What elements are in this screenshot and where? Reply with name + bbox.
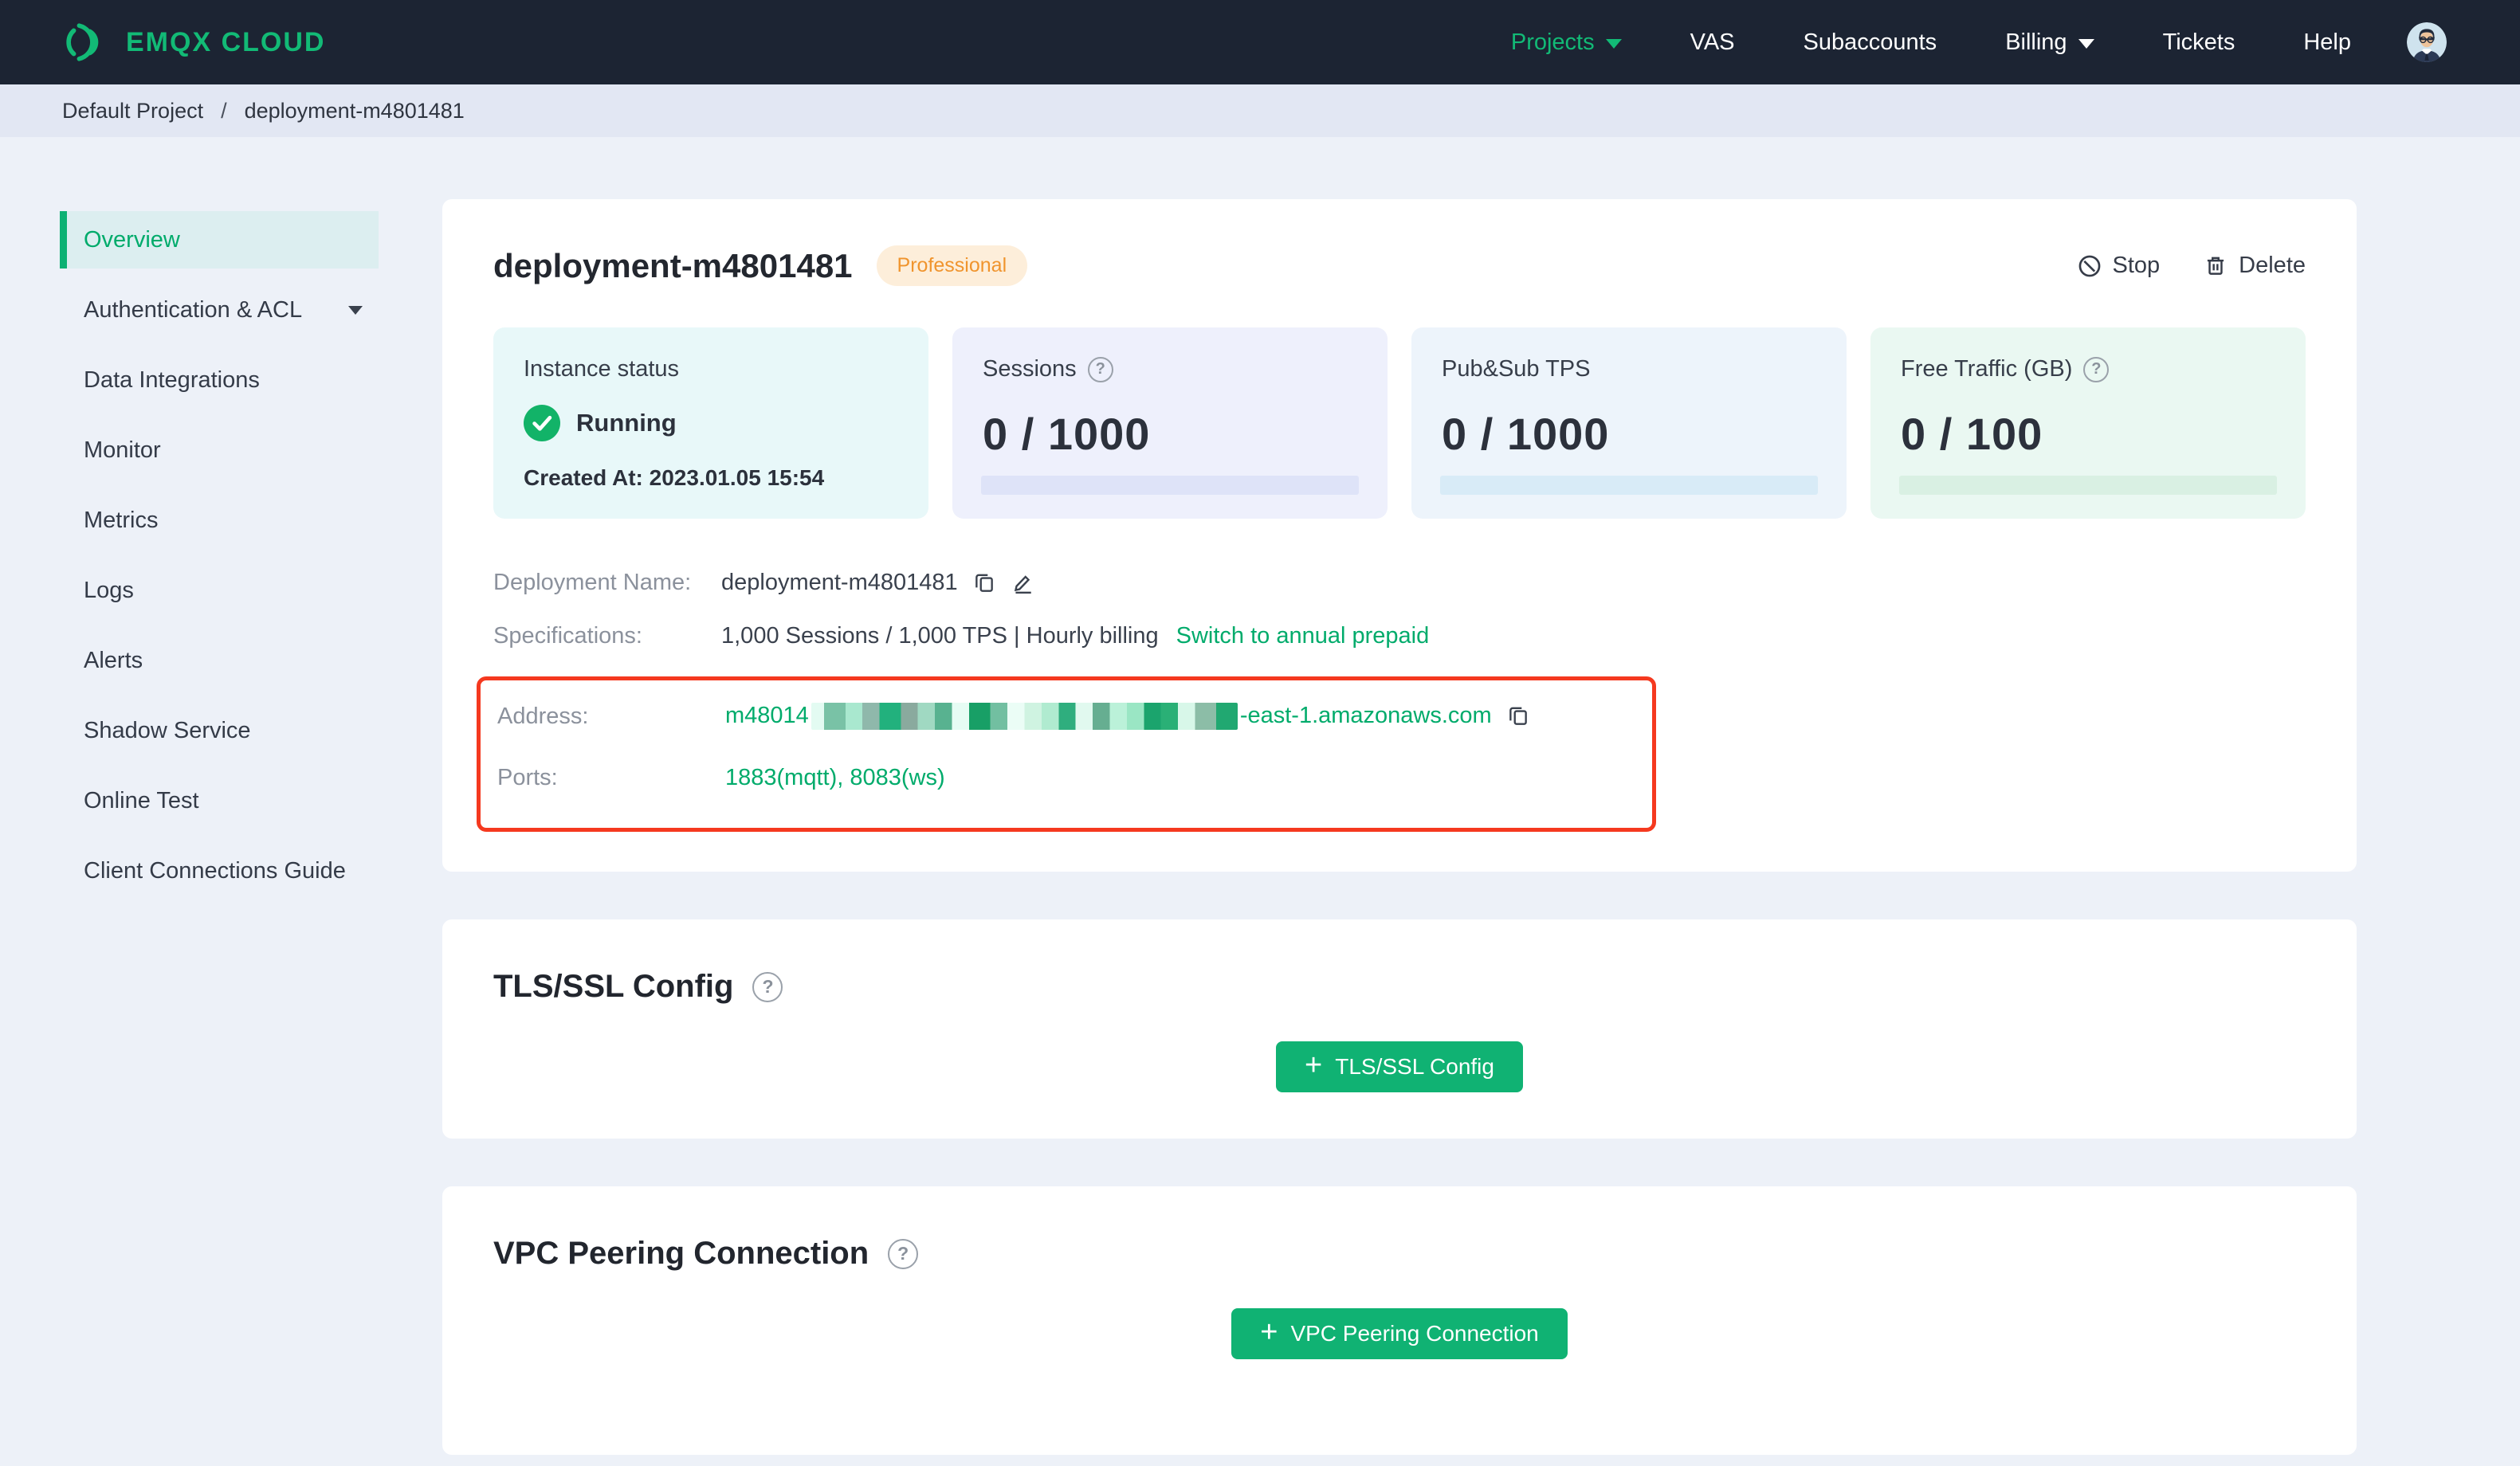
help-icon[interactable]: ? — [752, 971, 783, 1002]
breadcrumb-project[interactable]: Default Project — [62, 99, 203, 123]
sidebar-item-logs[interactable]: Logs — [60, 562, 379, 619]
sidebar-item-metrics[interactable]: Metrics — [60, 492, 379, 549]
sidebar-item-client-connections-guide[interactable]: Client Connections Guide — [60, 842, 379, 900]
specifications-label: Specifications: — [493, 623, 642, 649]
stat-card-pubsub-tps: Pub&Sub TPS 0 / 1000 — [1411, 327, 1847, 519]
tps-progress-bar — [1440, 476, 1818, 495]
nav-item-billing[interactable]: Billing — [2005, 29, 2094, 56]
traffic-progress-bar — [1899, 476, 2277, 495]
brand[interactable]: EMQX CLOUD — [62, 21, 325, 64]
nav-item-projects[interactable]: Projects — [1511, 29, 1622, 56]
deployment-name-label: Deployment Name: — [493, 570, 692, 595]
created-at: Created At: 2023.01.05 15:54 — [524, 465, 825, 490]
deployment-title: deployment-m4801481 — [493, 246, 853, 284]
sidebar-item-alerts[interactable]: Alerts — [60, 632, 379, 689]
annotation-highlight-box: Address: m48014 -east-1.amazonaws.com Por… — [477, 676, 1656, 833]
breadcrumb-separator: / — [221, 98, 227, 123]
breadcrumb-page: deployment-m4801481 — [244, 98, 465, 123]
emqx-logo-icon — [62, 21, 105, 64]
vpc-peering-section: VPC Peering Connection ? + VPC Peering C… — [442, 1186, 2357, 1456]
stat-card-sessions: Sessions ? 0 / 1000 — [952, 327, 1388, 519]
stat-card-instance-status: Instance status Running Created At: 2023… — [493, 327, 928, 519]
plan-badge: Professional — [876, 245, 1028, 286]
vpc-peering-heading: VPC Peering Connection — [493, 1236, 869, 1272]
stop-button[interactable]: Stop — [2077, 253, 2160, 279]
sidebar-item-overview[interactable]: Overview — [60, 211, 379, 269]
traffic-value: 0 / 100 — [1901, 409, 2043, 459]
check-circle-icon — [524, 405, 560, 441]
help-icon[interactable]: ? — [1087, 356, 1113, 382]
stat-label: Instance status — [524, 356, 680, 382]
deployment-overview-card: deployment-m4801481 Professional Stop De… — [442, 199, 2357, 872]
breadcrumb: Default Project / deployment-m4801481 — [0, 84, 2520, 137]
sessions-progress-bar — [981, 476, 1359, 495]
sidebar-item-monitor[interactable]: Monitor — [60, 421, 379, 479]
chevron-down-icon — [348, 305, 363, 315]
main-content: deployment-m4801481 Professional Stop De… — [379, 137, 2520, 1456]
switch-annual-prepaid-link[interactable]: Switch to annual prepaid — [1176, 623, 1430, 649]
sessions-value: 0 / 1000 — [983, 409, 1151, 459]
chevron-down-icon — [2078, 39, 2094, 49]
brand-name: EMQX CLOUD — [126, 26, 326, 57]
deployment-name-value: deployment-m4801481 — [721, 570, 958, 595]
help-icon[interactable]: ? — [2083, 356, 2110, 382]
plus-icon: + — [1260, 1315, 1278, 1350]
copy-icon[interactable] — [1506, 704, 1530, 728]
sidebar: Overview Authentication & ACL Data Integ… — [0, 137, 379, 912]
nav-item-vas[interactable]: VAS — [1690, 29, 1735, 56]
deployment-name-row: Deployment Name: deployment-m4801481 — [493, 570, 2306, 596]
specifications-value: 1,000 Sessions / 1,000 TPS | Hourly bill… — [721, 623, 1159, 649]
add-tls-ssl-config-button[interactable]: + TLS/SSL Config — [1276, 1041, 1523, 1093]
sidebar-item-data-integrations[interactable]: Data Integrations — [60, 351, 379, 409]
tls-ssl-heading: TLS/SSL Config — [493, 969, 734, 1005]
specifications-row: Specifications: 1,000 Sessions / 1,000 T… — [493, 623, 2306, 649]
ports-label: Ports: — [497, 765, 558, 791]
edit-icon[interactable] — [1011, 571, 1034, 595]
add-vpc-peering-connection-button[interactable]: + VPC Peering Connection — [1231, 1308, 1568, 1360]
copy-icon[interactable] — [972, 571, 996, 595]
help-icon[interactable]: ? — [888, 1238, 919, 1269]
sidebar-item-shadow-service[interactable]: Shadow Service — [60, 702, 379, 759]
stat-card-free-traffic: Free Traffic (GB) ? 0 / 100 — [1870, 327, 2306, 519]
trash-icon — [2203, 253, 2228, 279]
address-value: m48014 -east-1.amazonaws.com — [725, 703, 1492, 731]
nav-item-help[interactable]: Help — [2303, 29, 2351, 56]
stop-icon — [2077, 253, 2102, 279]
nav-item-subaccounts[interactable]: Subaccounts — [1804, 29, 1937, 56]
status-badge: Running — [576, 409, 677, 437]
nav-menu: Projects VAS Subaccounts Billing Tickets… — [1443, 22, 2447, 62]
ports-row: Ports: 1883(mqtt), 8083(ws) — [497, 765, 1636, 791]
top-nav: EMQX CLOUD Projects VAS Subaccounts Bill… — [0, 0, 2520, 84]
tls-ssl-section: TLS/SSL Config ? + TLS/SSL Config — [442, 919, 2357, 1139]
chevron-down-icon — [1605, 39, 1622, 49]
tps-value: 0 / 1000 — [1442, 409, 1610, 459]
sidebar-item-authentication-acl[interactable]: Authentication & ACL — [60, 281, 379, 339]
plus-icon: + — [1305, 1049, 1323, 1083]
ports-value: 1883(mqtt), 8083(ws) — [725, 765, 945, 791]
address-row: Address: m48014 -east-1.amazonaws.com — [497, 703, 1636, 731]
address-label: Address: — [497, 703, 589, 729]
nav-item-tickets[interactable]: Tickets — [2163, 29, 2235, 56]
sidebar-item-online-test[interactable]: Online Test — [60, 772, 379, 829]
user-avatar[interactable] — [2407, 22, 2447, 62]
delete-button[interactable]: Delete — [2203, 253, 2306, 279]
address-redacted-blur — [811, 703, 1238, 731]
